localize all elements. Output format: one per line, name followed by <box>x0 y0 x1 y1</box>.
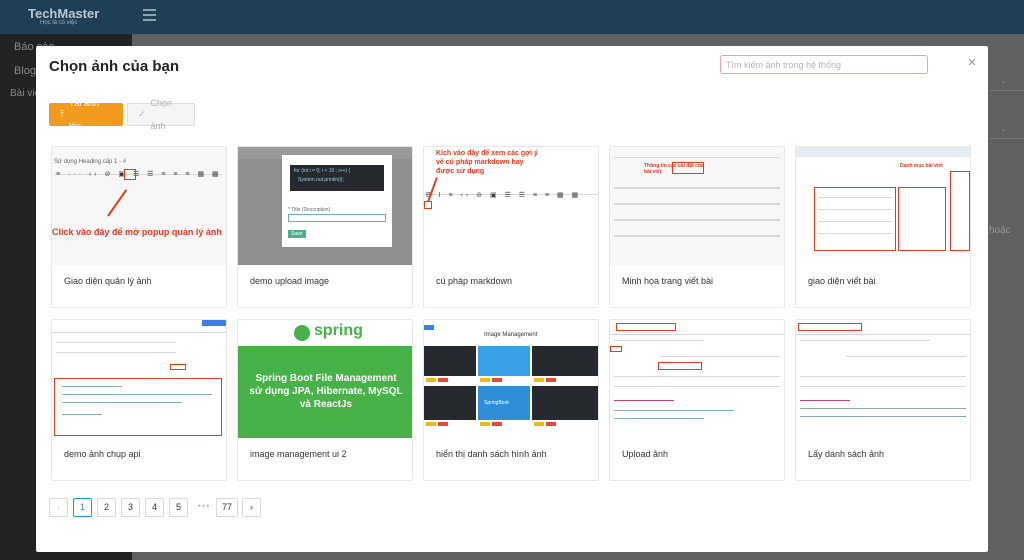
background-logo-sub: Học là có việc <box>40 20 78 26</box>
image-thumbnail <box>610 320 784 438</box>
image-caption: hiển thị danh sách hình ảnh <box>436 449 547 459</box>
image-thumbnail: Image Management SpringBoot <box>424 320 598 438</box>
image-thumbnail: for (int i = 0; i < 10 ; i++) { System.o… <box>238 147 412 265</box>
check-icon: ✓ <box>138 109 146 119</box>
pagination-page-4[interactable]: 4 <box>145 498 164 517</box>
search-input[interactable] <box>720 55 928 74</box>
upload-icon: ⤒ <box>60 109 64 119</box>
thumb-annotation: Click vào đây để mở popup quản lý ảnh <box>52 227 222 237</box>
image-card[interactable]: Thông tin các cài đặt của bài viết Minh … <box>609 146 785 308</box>
thumb-title: Spring Boot File Management sử dụng JPA,… <box>249 373 403 410</box>
image-card[interactable]: spring Spring Boot File Management sử dụ… <box>237 319 413 481</box>
image-thumbnail: Sử dụng Heading cấp 1 - # ≡ ··· ‹› ⊘ ▣ ☰… <box>52 147 226 265</box>
image-thumbnail <box>52 320 226 438</box>
image-card[interactable]: Kích vào đây để xem các gợi ý về cú pháp… <box>423 146 599 308</box>
editor-toolbar-icons: ≡ ··· ‹› ⊘ ▣ ☰ ☰ ≡ ≡ ≡ ▦ ▦ <box>56 171 222 178</box>
spring-logo: spring <box>314 322 363 339</box>
choose-image-button[interactable]: ✓ Chọn ảnh <box>127 98 195 131</box>
upload-button-label: Tải ảnh lên <box>68 97 100 131</box>
close-icon[interactable]: × <box>965 55 979 70</box>
image-caption: cú pháp markdown <box>436 276 513 286</box>
highlight-box <box>124 169 136 180</box>
image-thumbnail: Kích vào đây để xem các gợi ý về cú pháp… <box>424 147 598 265</box>
image-thumbnail: Danh mục bài viết <box>796 147 970 265</box>
thumb-annotation: Thông tin các cài đặt của bài viết <box>644 163 704 175</box>
image-card[interactable]: Upload ảnh <box>609 319 785 481</box>
image-caption: Upload ảnh <box>622 449 669 459</box>
thumb-save: Save <box>291 231 303 237</box>
editor-toolbar-icons: B I ≡ ‹› ⊘ ▣ ☰ ☰ ≡ ≡ ▦ ▦ <box>426 192 582 199</box>
thumb-badge: SpringBoot <box>484 400 509 406</box>
image-caption: giao diện viết bài <box>808 276 876 286</box>
image-card[interactable]: for (int i = 0; i < 10 ; i++) { System.o… <box>237 146 413 308</box>
image-caption: demo ảnh chụp api <box>64 449 141 459</box>
image-thumbnail <box>796 320 970 438</box>
image-thumbnail: Thông tin các cài đặt của bài viết <box>610 147 784 265</box>
thumb-code: for (int i = 0; i < 10 ; i++) { <box>294 168 351 174</box>
image-caption: Lấy danh sách ảnh <box>808 449 885 459</box>
image-caption: demo upload image <box>250 276 330 286</box>
thumb-text: Sử dụng Heading cấp 1 - # <box>54 159 127 165</box>
thumb-annotation: Danh mục bài viết <box>900 163 943 169</box>
pagination-page-2[interactable]: 2 <box>97 498 116 517</box>
choose-button-label: Chọn ảnh <box>150 97 173 131</box>
pagination-page-1[interactable]: 1 <box>73 498 92 517</box>
image-caption: Minh họa trang viết bài <box>622 276 714 286</box>
pagination-page-5[interactable]: 5 <box>169 498 188 517</box>
hamburger-icon <box>143 9 156 21</box>
image-card[interactable]: Image Management SpringBoot hiển thị dan… <box>423 319 599 481</box>
chevron-down-icon: ⌄ <box>1000 76 1007 85</box>
upload-button[interactable]: ⤒ Tải ảnh lên <box>49 98 123 131</box>
image-card[interactable]: Sử dụng Heading cấp 1 - # ≡ ··· ‹› ⊘ ▣ ☰… <box>51 146 227 308</box>
image-picker-modal: Chọn ảnh của bạn × ⤒ Tải ảnh lên ✓ Chọn … <box>36 46 988 552</box>
image-card[interactable]: Danh mục bài viết giao diện viết bài <box>795 146 971 308</box>
background-divider <box>990 90 1024 91</box>
pagination-page-last[interactable]: 77 <box>216 498 238 517</box>
thumb-heading: Image Management <box>484 332 538 338</box>
pagination-page-3[interactable]: 3 <box>121 498 140 517</box>
thumb-code: System.out.println(i); <box>298 177 344 183</box>
background-hint-text: hoặc <box>989 225 1011 236</box>
background-logo: TechMaster <box>28 6 100 21</box>
image-caption: Giao diện quản lý ảnh <box>64 276 152 286</box>
spring-leaf-icon <box>294 325 310 341</box>
image-caption: image management ui 2 <box>250 449 347 459</box>
image-card[interactable]: Lấy danh sách ảnh <box>795 319 971 481</box>
thumb-annotation: Kích vào đây để xem các gợi ý về cú pháp… <box>436 150 538 175</box>
background-nav-blog: Blog <box>14 65 37 77</box>
chevron-down-icon: ⌄ <box>1000 124 1007 133</box>
image-thumbnail: spring Spring Boot File Management sử dụ… <box>238 320 412 438</box>
pagination-prev-button[interactable]: ‹ <box>49 498 68 517</box>
background-divider <box>990 138 1024 139</box>
image-card[interactable]: demo ảnh chụp api <box>51 319 227 481</box>
pagination-next-button[interactable]: › <box>242 498 261 517</box>
modal-title: Chọn ảnh của bạn <box>49 58 180 75</box>
pagination-ellipsis[interactable]: ••• <box>193 498 215 517</box>
thumb-field-label: * Title (Description) <box>288 207 331 213</box>
